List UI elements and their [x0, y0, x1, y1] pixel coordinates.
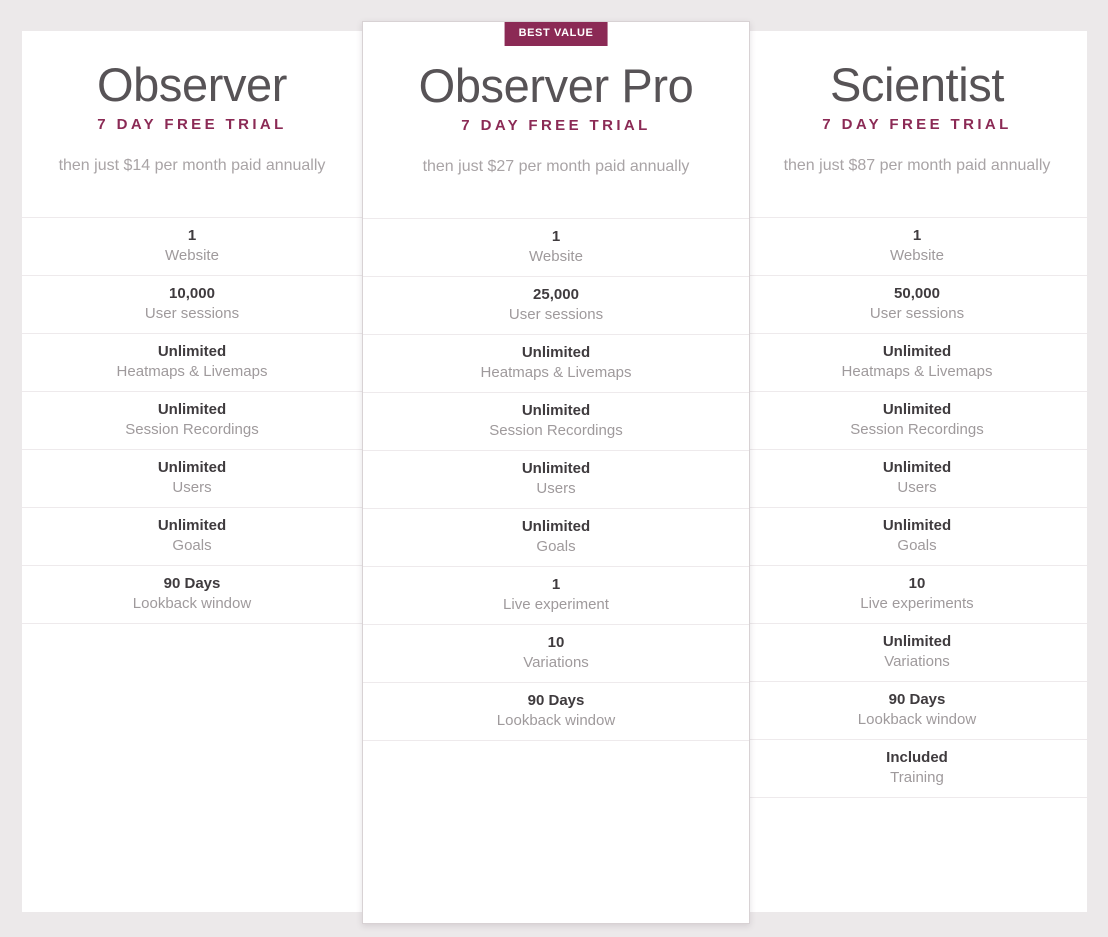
- feature-label: Lookback window: [496, 712, 616, 730]
- feature-row: Unlimited Session Recordings: [22, 392, 362, 450]
- feature-value: 10: [547, 634, 565, 651]
- feature-label: Lookback window: [857, 711, 977, 729]
- feature-value: 90 Days: [527, 692, 585, 709]
- feature-value: 1: [551, 228, 561, 245]
- feature-label: Training: [890, 769, 944, 787]
- plan-name: Scientist: [829, 58, 1005, 111]
- feature-list-observer: 1 Website 10,000 User sessions Unlimited Heat…: [22, 218, 362, 624]
- feature-value: Unlimited: [521, 460, 591, 477]
- feature-row: Unlimited Heatmaps & Livemaps: [22, 334, 362, 392]
- feature-row: Unlimited Users: [22, 450, 362, 508]
- feature-row: 25,000 User sessions: [363, 277, 749, 335]
- feature-label: Website: [529, 248, 583, 266]
- feature-label: Session Recordings: [489, 422, 623, 440]
- feature-label: Users: [897, 479, 937, 497]
- feature-value: Unlimited: [521, 344, 591, 361]
- feature-row: Included Training: [747, 740, 1087, 798]
- feature-row: Unlimited Heatmaps & Livemaps: [363, 335, 749, 393]
- feature-row: 50,000 User sessions: [747, 276, 1087, 334]
- feature-label: Users: [172, 479, 212, 497]
- feature-value: Unlimited: [157, 517, 227, 534]
- feature-row: 1 Live experiment: [363, 567, 749, 625]
- feature-value: 25,000: [533, 286, 579, 303]
- feature-label: User sessions: [508, 306, 604, 324]
- feature-value: Unlimited: [521, 402, 591, 419]
- plan-trial-label: 7 DAY FREE TRIAL: [822, 116, 1012, 134]
- feature-value: 10: [908, 575, 926, 592]
- feature-row: 1 Website: [363, 219, 749, 277]
- feature-value: Included: [886, 749, 948, 766]
- plan-name: Observer: [96, 58, 288, 111]
- feature-label: Live experiment: [503, 596, 609, 614]
- feature-label: Variations: [884, 653, 950, 671]
- feature-row: 10,000 User sessions: [22, 276, 362, 334]
- plan-card-observer[interactable]: Observer 7 DAY FREE TRIAL then just $14 …: [22, 31, 362, 912]
- feature-value: Unlimited: [882, 517, 952, 534]
- feature-row: Unlimited Session Recordings: [363, 393, 749, 451]
- plan-header-scientist: Scientist 7 DAY FREE TRIAL then just $87…: [747, 31, 1087, 218]
- feature-value: Unlimited: [882, 401, 952, 418]
- plan-header-observer: Observer 7 DAY FREE TRIAL then just $14 …: [22, 31, 362, 218]
- feature-label: Heatmaps & Livemaps: [841, 363, 993, 381]
- pricing-table: Observer 7 DAY FREE TRIAL then just $14 …: [0, 0, 1108, 937]
- feature-label: Heatmaps & Livemaps: [480, 364, 632, 382]
- feature-label: Lookback window: [132, 595, 252, 613]
- feature-row: 90 Days Lookback window: [22, 566, 362, 624]
- feature-value: 10,000: [169, 285, 215, 302]
- feature-label: Variations: [523, 654, 589, 672]
- feature-row: 10 Variations: [363, 625, 749, 683]
- feature-row: 90 Days Lookback window: [363, 683, 749, 741]
- feature-row: Unlimited Variations: [747, 624, 1087, 682]
- feature-value: Unlimited: [157, 459, 227, 476]
- plan-trial-label: 7 DAY FREE TRIAL: [97, 116, 287, 134]
- plan-trial-label: 7 DAY FREE TRIAL: [461, 117, 651, 135]
- feature-row: Unlimited Session Recordings: [747, 392, 1087, 450]
- feature-label: Goals: [897, 537, 937, 555]
- feature-row: 90 Days Lookback window: [747, 682, 1087, 740]
- plan-card-scientist[interactable]: Scientist 7 DAY FREE TRIAL then just $87…: [747, 31, 1087, 912]
- feature-row: Unlimited Goals: [363, 509, 749, 567]
- feature-row: Unlimited Users: [363, 451, 749, 509]
- feature-list-observer-pro: 1 Website 25,000 User sessions Unlimited Heat…: [363, 219, 749, 741]
- plan-price-note: then just $27 per month paid annually: [422, 158, 690, 176]
- feature-row: Unlimited Goals: [747, 508, 1087, 566]
- feature-value: Unlimited: [882, 343, 952, 360]
- feature-label: Live experiments: [860, 595, 974, 613]
- feature-value: 90 Days: [888, 691, 946, 708]
- plan-card-observer-pro[interactable]: BEST VALUE Observer Pro 7 DAY FREE TRIAL…: [362, 21, 750, 924]
- feature-label: Goals: [536, 538, 576, 556]
- feature-label: Users: [536, 480, 576, 498]
- plan-price-note: then just $87 per month paid annually: [783, 157, 1051, 175]
- feature-label: Session Recordings: [125, 421, 259, 439]
- feature-value: Unlimited: [521, 518, 591, 535]
- feature-row: 1 Website: [22, 218, 362, 276]
- feature-value: Unlimited: [157, 343, 227, 360]
- feature-label: Heatmaps & Livemaps: [116, 363, 268, 381]
- feature-label: Goals: [172, 537, 212, 555]
- feature-value: 1: [187, 227, 197, 244]
- feature-label: Website: [165, 247, 219, 265]
- feature-label: User sessions: [144, 305, 240, 323]
- plan-price-note: then just $14 per month paid annually: [58, 157, 326, 175]
- feature-value: 1: [551, 576, 561, 593]
- plan-name: Observer Pro: [418, 59, 694, 112]
- plan-header-observer-pro: Observer Pro 7 DAY FREE TRIAL then just …: [363, 22, 749, 219]
- feature-value: Unlimited: [882, 633, 952, 650]
- feature-label: Session Recordings: [850, 421, 984, 439]
- feature-row: Unlimited Users: [747, 450, 1087, 508]
- feature-row: 1 Website: [747, 218, 1087, 276]
- feature-value: 1: [912, 227, 922, 244]
- feature-row: Unlimited Goals: [22, 508, 362, 566]
- feature-value: 50,000: [894, 285, 940, 302]
- feature-value: Unlimited: [157, 401, 227, 418]
- feature-label: Website: [890, 247, 944, 265]
- feature-list-scientist: 1 Website 50,000 User sessions Unlimited Heat…: [747, 218, 1087, 798]
- feature-value: Unlimited: [882, 459, 952, 476]
- feature-row: 10 Live experiments: [747, 566, 1087, 624]
- feature-label: User sessions: [869, 305, 965, 323]
- feature-value: 90 Days: [163, 575, 221, 592]
- best-value-badge: BEST VALUE: [504, 22, 608, 46]
- feature-row: Unlimited Heatmaps & Livemaps: [747, 334, 1087, 392]
